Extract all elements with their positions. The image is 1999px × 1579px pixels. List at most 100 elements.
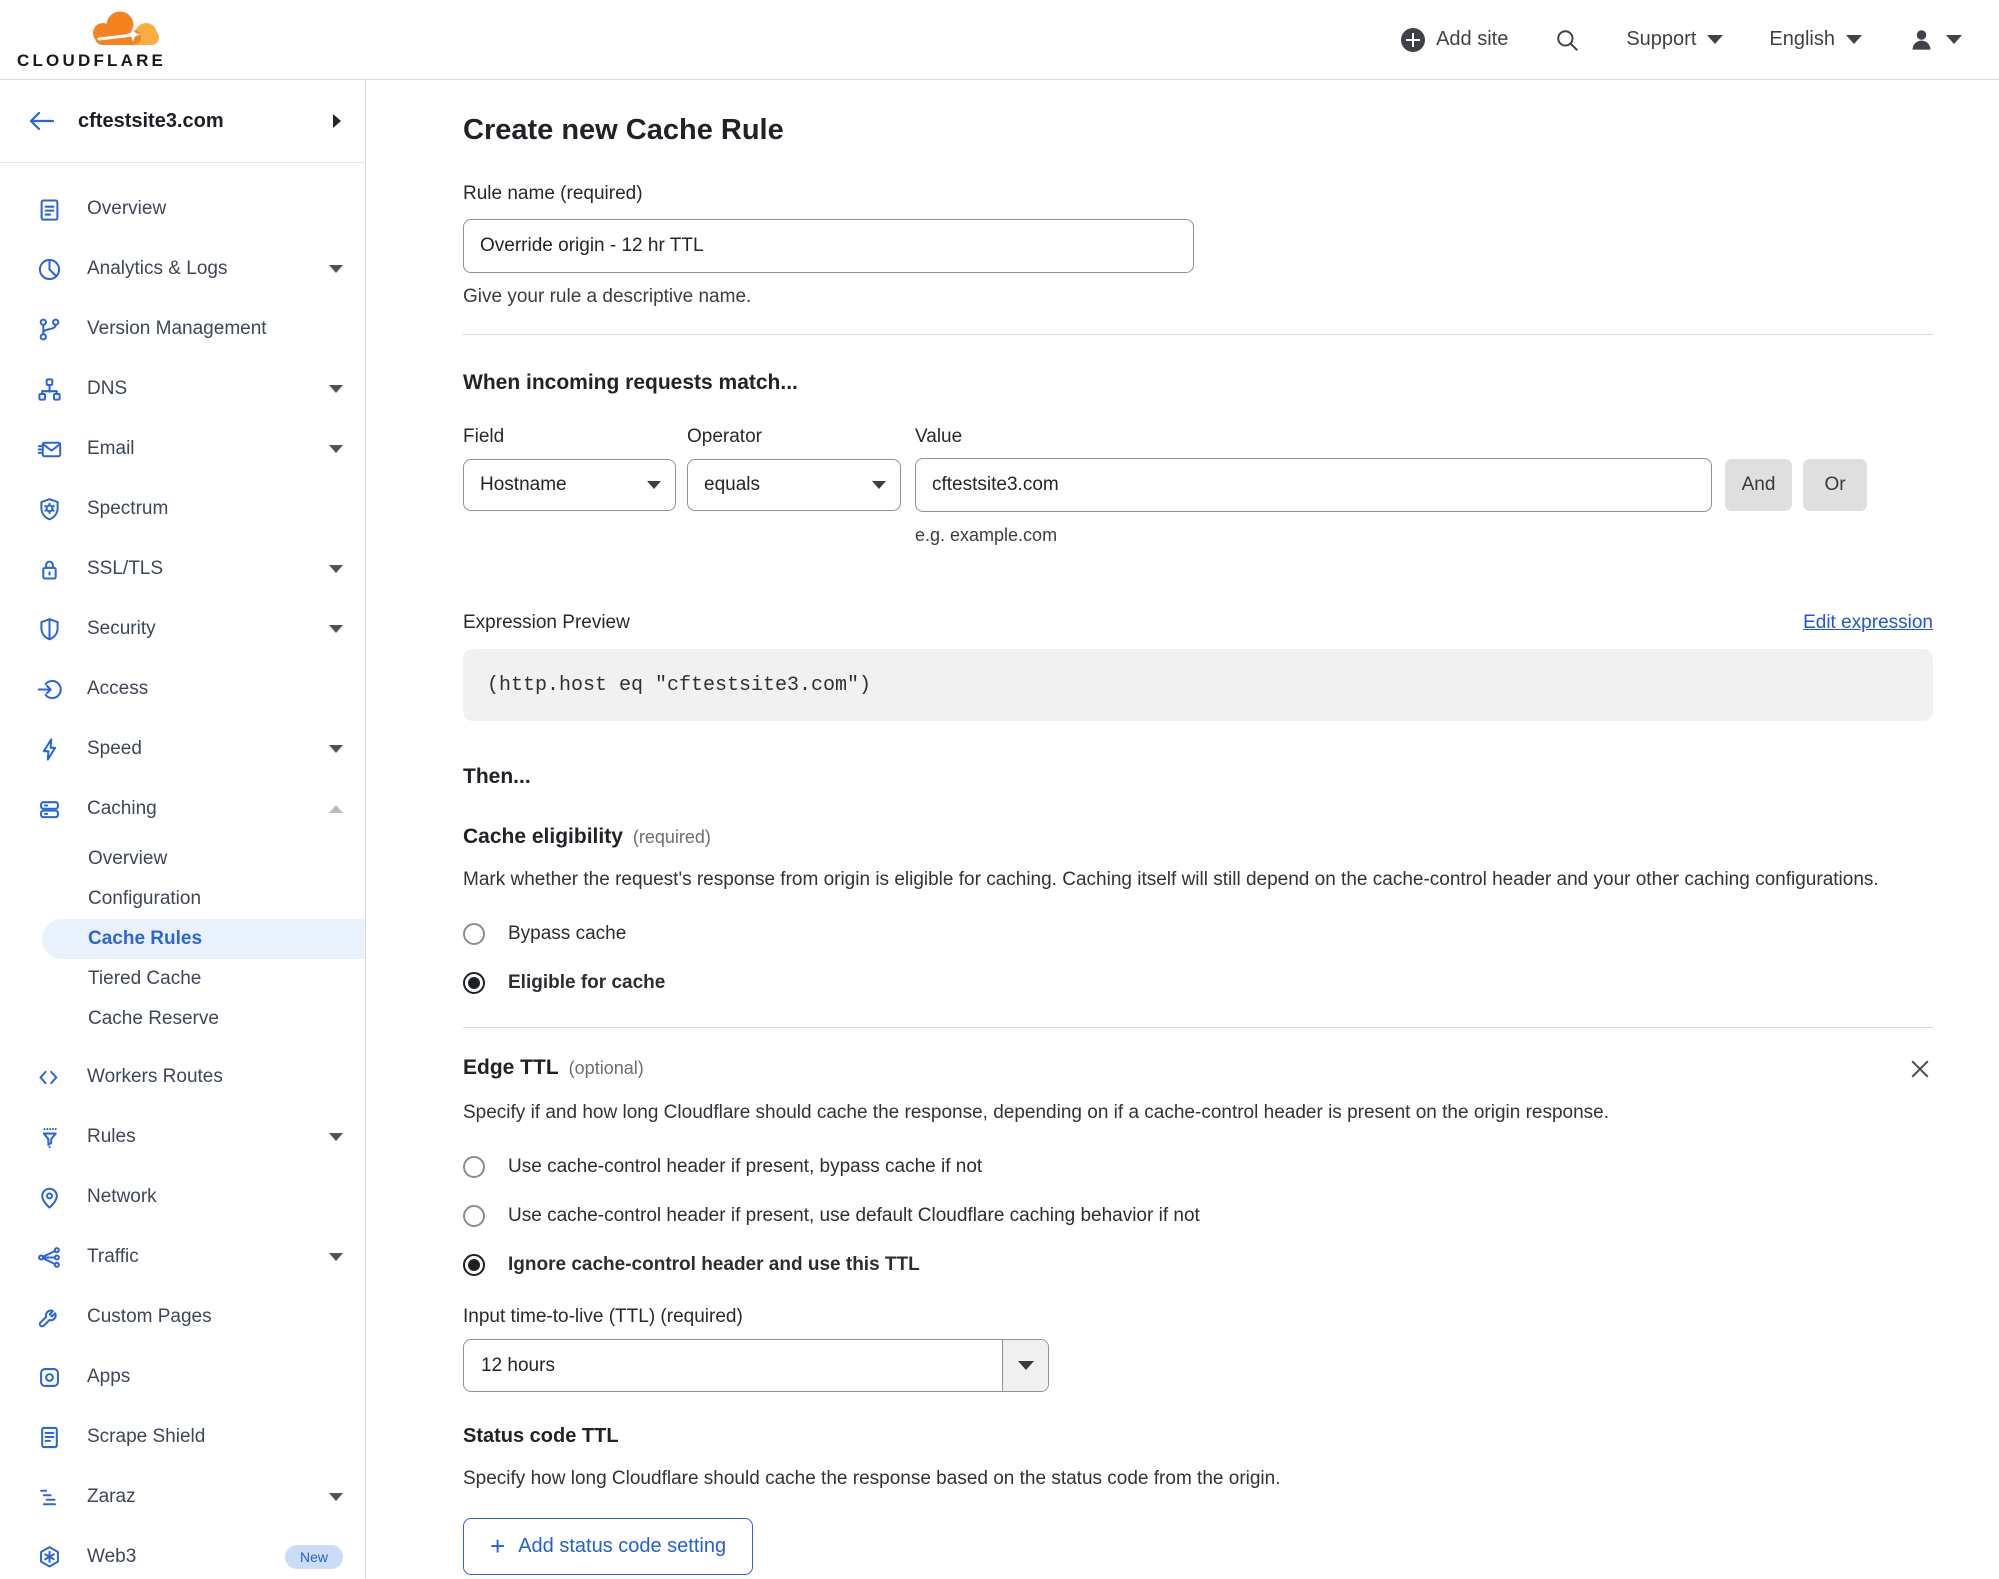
rule-name-helper: Give your rule a descriptive name. (463, 286, 752, 307)
login-arrow-icon (36, 676, 63, 703)
brand-wordmark: CLOUDFLARE (17, 51, 167, 70)
sidebar-item-dns[interactable]: DNS (0, 359, 365, 419)
wrench-icon (36, 1304, 63, 1331)
then-heading: Then... (463, 765, 531, 788)
section-divider (463, 1027, 1933, 1028)
server-stack-icon (36, 796, 63, 823)
chevron-down-icon (329, 265, 343, 273)
add-status-code-setting-button[interactable]: + Add status code setting (463, 1518, 754, 1575)
sidebar-item-rules[interactable]: Rules (0, 1107, 365, 1167)
chevron-down-icon (1017, 1361, 1034, 1370)
or-button[interactable]: Or (1803, 459, 1867, 511)
support-menu[interactable]: Support (1626, 28, 1724, 51)
sidebar-item-spectrum[interactable]: Spectrum (0, 479, 365, 539)
section-divider (463, 334, 1933, 335)
cache-eligibility-heading: Cache eligibility (463, 825, 623, 848)
ttl-select-arrow-button[interactable] (1002, 1340, 1048, 1391)
value-hint: e.g. example.com (915, 525, 1058, 545)
operator-select[interactable]: equals (687, 459, 901, 511)
pie-chart-icon (36, 256, 63, 283)
stair-bars-icon (36, 1484, 63, 1511)
radio-selected-icon[interactable] (463, 972, 485, 994)
page-title: Create new Cache Rule (463, 114, 784, 146)
radio-bypass-cache[interactable]: Bypass cache (463, 923, 1933, 945)
chevron-down-icon (329, 625, 343, 633)
operator-label: Operator (687, 426, 762, 447)
sidebar-item-speed[interactable]: Speed (0, 719, 365, 779)
language-menu[interactable]: English (1769, 28, 1862, 51)
field-select[interactable]: Hostname (463, 459, 676, 511)
edit-expression-link[interactable]: Edit expression (1803, 612, 1933, 634)
site-name: cftestsite3.com (78, 109, 224, 132)
sidebar-item-caching[interactable]: Caching (0, 779, 365, 839)
cloudflare-cloud-icon (93, 11, 159, 45)
back-arrow-icon[interactable] (28, 111, 56, 131)
sidebar-item-access[interactable]: Access (0, 659, 365, 719)
sidebar-subitem-caching-overview[interactable]: Overview (0, 839, 365, 879)
value-input[interactable]: cftestsite3.com (915, 458, 1712, 512)
rule-name-label: Rule name (required) (463, 183, 643, 204)
sidebar-item-email[interactable]: Email (0, 419, 365, 479)
chevron-right-icon[interactable] (333, 114, 341, 128)
user-icon (1912, 30, 1931, 50)
radio-cache-control-bypass[interactable]: Use cache-control header if present, byp… (463, 1156, 1933, 1178)
match-heading: When incoming requests match... (463, 371, 798, 394)
sidebar-item-apps[interactable]: Apps (0, 1347, 365, 1407)
sidebar-item-ssl-tls[interactable]: SSL/TLS (0, 539, 365, 599)
clipboard-icon (36, 196, 63, 223)
edge-ttl-qualifier: (optional) (568, 1058, 644, 1078)
sidebar-item-traffic[interactable]: Traffic (0, 1227, 365, 1287)
chevron-down-icon (329, 445, 343, 453)
chevron-down-icon (329, 745, 343, 753)
sidebar-subitem-cache-rules[interactable]: Cache Rules (42, 919, 365, 959)
radio-cache-control-default[interactable]: Use cache-control header if present, use… (463, 1205, 1933, 1227)
sidebar-item-scrape-shield[interactable]: Scrape Shield (0, 1407, 365, 1467)
lightning-bolt-icon (36, 736, 63, 763)
sidebar-subitem-cache-reserve[interactable]: Cache Reserve (0, 999, 365, 1039)
close-icon[interactable] (1907, 1056, 1933, 1082)
sidebar-item-custom-pages[interactable]: Custom Pages (0, 1287, 365, 1347)
status-code-ttl-heading: Status code TTL (463, 1425, 619, 1447)
map-pin-icon (36, 1184, 63, 1211)
expression-code-block: (http.host eq "cftestsite3.com") (463, 649, 1933, 721)
code-brackets-icon (36, 1064, 63, 1091)
cache-eligibility-qualifier: (required) (632, 827, 711, 847)
ttl-select[interactable]: 12 hours (463, 1339, 1049, 1392)
sidebar-item-web3[interactable]: Web3 New (0, 1527, 365, 1579)
chevron-down-icon (329, 1253, 343, 1261)
sidebar-subitem-configuration[interactable]: Configuration (0, 879, 365, 919)
radio-icon[interactable] (463, 923, 485, 945)
sidebar-item-zaraz[interactable]: Zaraz (0, 1467, 365, 1527)
radio-eligible-for-cache[interactable]: Eligible for cache (463, 972, 1933, 994)
and-button[interactable]: And (1725, 459, 1792, 511)
sidebar-item-analytics-logs[interactable]: Analytics & Logs (0, 239, 365, 299)
new-badge: New (284, 1545, 343, 1569)
site-selector[interactable]: cftestsite3.com (0, 80, 365, 163)
edge-ttl-heading: Edge TTL (463, 1056, 559, 1079)
chevron-down-icon (329, 565, 343, 573)
cloudflare-logo[interactable]: CLOUDFLARE (17, 8, 175, 71)
account-menu[interactable] (1908, 26, 1962, 53)
hexagon-icon (36, 1544, 63, 1571)
add-site-button[interactable]: Add site (1401, 27, 1508, 52)
sidebar-item-version-management[interactable]: Version Management (0, 299, 365, 359)
edge-ttl-description: Specify if and how long Cloudflare shoul… (463, 1102, 1610, 1123)
radio-ignore-cache-control[interactable]: Ignore cache-control header and use this… (463, 1254, 1933, 1276)
radio-icon[interactable] (463, 1156, 485, 1178)
document-icon (36, 1424, 63, 1451)
search-button[interactable] (1554, 27, 1580, 53)
sidebar-item-security[interactable]: Security (0, 599, 365, 659)
sidebar-item-network[interactable]: Network (0, 1167, 365, 1227)
sidebar: cftestsite3.com Overview Analytics & Log… (0, 80, 366, 1579)
plus-icon: + (490, 1530, 506, 1561)
sidebar-item-workers-routes[interactable]: Workers Routes (0, 1047, 365, 1107)
radio-selected-icon[interactable] (463, 1254, 485, 1276)
sidebar-nav: Overview Analytics & Logs Version Manage… (0, 163, 365, 1579)
sidebar-subitem-tiered-cache[interactable]: Tiered Cache (0, 959, 365, 999)
radio-icon[interactable] (463, 1205, 485, 1227)
sidebar-item-overview[interactable]: Overview (0, 179, 365, 239)
caching-submenu: Overview Configuration Cache Rules Tiere… (0, 839, 365, 1039)
chevron-down-icon (329, 1133, 343, 1141)
top-header: CLOUDFLARE Add site Support English (0, 0, 1999, 80)
rule-name-input[interactable]: Override origin - 12 hr TTL (463, 219, 1194, 273)
